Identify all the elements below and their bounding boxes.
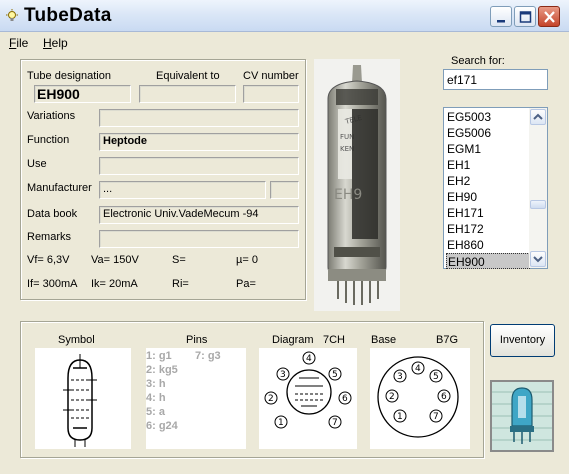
list-item[interactable]: EH172 <box>446 221 530 237</box>
diagram-code: 7CH <box>323 334 346 346</box>
maximize-icon <box>519 11 532 23</box>
tube-listbox[interactable]: EG5003 EG5006 EGM1 EH1 EH2 EH90 EH171 EH… <box>443 107 548 269</box>
diagram-panel: 1 2 3 4 5 6 7 <box>259 348 357 449</box>
close-button[interactable] <box>538 6 560 27</box>
vf-value: Vf= 6,3V <box>27 254 70 266</box>
list-item[interactable]: EGM1 <box>446 141 530 157</box>
menu-file[interactable]: File <box>9 36 28 50</box>
mu-value: µ= 0 <box>236 254 258 266</box>
base-code: B7G <box>436 334 459 346</box>
list-item[interactable]: EG5006 <box>446 125 530 141</box>
databook-field[interactable]: Electronic Univ.VadeMecum -94 <box>99 206 299 224</box>
variations-label: Variations <box>27 110 76 122</box>
close-icon <box>544 11 555 23</box>
function-label: Function <box>27 134 70 146</box>
base-pin-3: 3 <box>397 372 403 382</box>
window-title: TubeData <box>24 5 112 26</box>
remarks-label: Remarks <box>27 231 72 243</box>
pin-entry: 3: h <box>146 378 166 390</box>
search-label: Search for: <box>451 55 505 67</box>
manufacturer-label: Manufacturer <box>27 182 92 194</box>
chevron-down-icon <box>533 256 543 263</box>
manufacturer-field[interactable]: ... <box>99 181 266 199</box>
va-value: Va= 150V <box>91 254 139 266</box>
minimize-button[interactable] <box>490 6 512 27</box>
symbol-label: Symbol <box>58 334 95 346</box>
cv-number-field[interactable] <box>243 85 299 103</box>
tube-photo: TELE FUN KEN EH9 <box>314 59 400 311</box>
tube-designation-label: Tube designation <box>27 70 111 82</box>
pin-entry: 2: kg5 <box>146 364 178 376</box>
base-diagram: 1 2 3 4 5 6 7 <box>377 356 459 438</box>
manufacturer-code-field[interactable] <box>270 181 299 199</box>
list-item[interactable]: EH90 <box>446 189 530 205</box>
title-bar: TubeData <box>0 0 569 32</box>
chevron-up-icon <box>533 113 543 120</box>
tube-symbol-icon <box>63 354 97 447</box>
use-field[interactable] <box>99 157 299 175</box>
search-input[interactable] <box>443 69 548 90</box>
diagram-pin-2: 2 <box>268 394 274 404</box>
equivalent-label: Equivalent to <box>156 70 220 82</box>
diagram-pin-3: 3 <box>280 370 286 380</box>
pa-value: Pa= <box>236 278 256 290</box>
maximize-button[interactable] <box>514 6 536 27</box>
base-pin-7: 7 <box>433 412 439 422</box>
list-scrollbar[interactable] <box>529 108 547 268</box>
remarks-field[interactable] <box>99 230 299 248</box>
base-pin-2: 2 <box>389 392 395 402</box>
base-pin-4: 4 <box>415 364 421 374</box>
list-item[interactable]: EH1 <box>446 157 530 173</box>
databook-label: Data book <box>27 208 78 220</box>
pin-diagram: 1 2 3 4 5 6 7 <box>264 351 352 429</box>
inventory-button[interactable]: Inventory <box>490 324 555 357</box>
svg-text:EH9: EH9 <box>334 187 362 203</box>
ri-value: Ri= <box>172 278 189 290</box>
s-value: S= <box>172 254 186 266</box>
scroll-down-button[interactable] <box>530 251 546 267</box>
scroll-thumb[interactable] <box>530 200 546 209</box>
base-pin-5: 5 <box>433 372 439 382</box>
cv-number-label: CV number <box>243 70 299 82</box>
menu-bar: File Help <box>0 33 569 53</box>
tube-logo-icon <box>492 382 552 450</box>
scroll-up-button[interactable] <box>530 109 546 125</box>
list-item-selected[interactable]: EH900 <box>446 253 530 269</box>
list-item[interactable]: EH860 <box>446 237 530 253</box>
function-field[interactable]: Heptode <box>99 133 299 151</box>
diagram-pin-5: 5 <box>332 370 338 380</box>
equivalent-field[interactable] <box>139 85 236 103</box>
base-label: Base <box>371 334 397 346</box>
minimize-icon <box>497 20 505 23</box>
pin-entry: 6: g24 <box>146 420 178 432</box>
if-value: If= 300mA <box>27 278 78 290</box>
pin-entry: 1: g1 <box>146 350 172 362</box>
pin-entry: 4: h <box>146 392 166 404</box>
pin-entry: 7: g3 <box>195 350 221 362</box>
base-panel: 1 2 3 4 5 6 7 <box>370 348 470 449</box>
diagram-label: Diagram <box>272 334 314 346</box>
tube-designation-field[interactable]: EH900 <box>34 85 131 103</box>
lightbulb-icon <box>6 9 18 21</box>
diagram-pin-1: 1 <box>278 418 284 428</box>
pins-panel: 1: g1 7: g3 2: kg5 3: h 4: h 5: a 6: g24 <box>146 348 246 449</box>
base-pin-6: 6 <box>441 392 447 402</box>
variations-field[interactable] <box>99 109 299 127</box>
list-item[interactable]: EG5003 <box>446 109 530 125</box>
use-label: Use <box>27 158 47 170</box>
menu-help[interactable]: Help <box>43 36 68 50</box>
app-logo <box>490 380 554 452</box>
diagram-pin-4: 4 <box>306 354 312 364</box>
base-pin-1: 1 <box>397 412 403 422</box>
pins-label: Pins <box>186 334 208 346</box>
list-item[interactable]: EH171 <box>446 205 530 221</box>
diagram-pin-7: 7 <box>332 418 338 428</box>
pin-entry: 5: a <box>146 406 165 418</box>
diagram-pin-6: 6 <box>342 394 348 404</box>
ik-value: Ik= 20mA <box>91 278 138 290</box>
symbol-panel <box>35 348 131 449</box>
list-item[interactable]: EH2 <box>446 173 530 189</box>
